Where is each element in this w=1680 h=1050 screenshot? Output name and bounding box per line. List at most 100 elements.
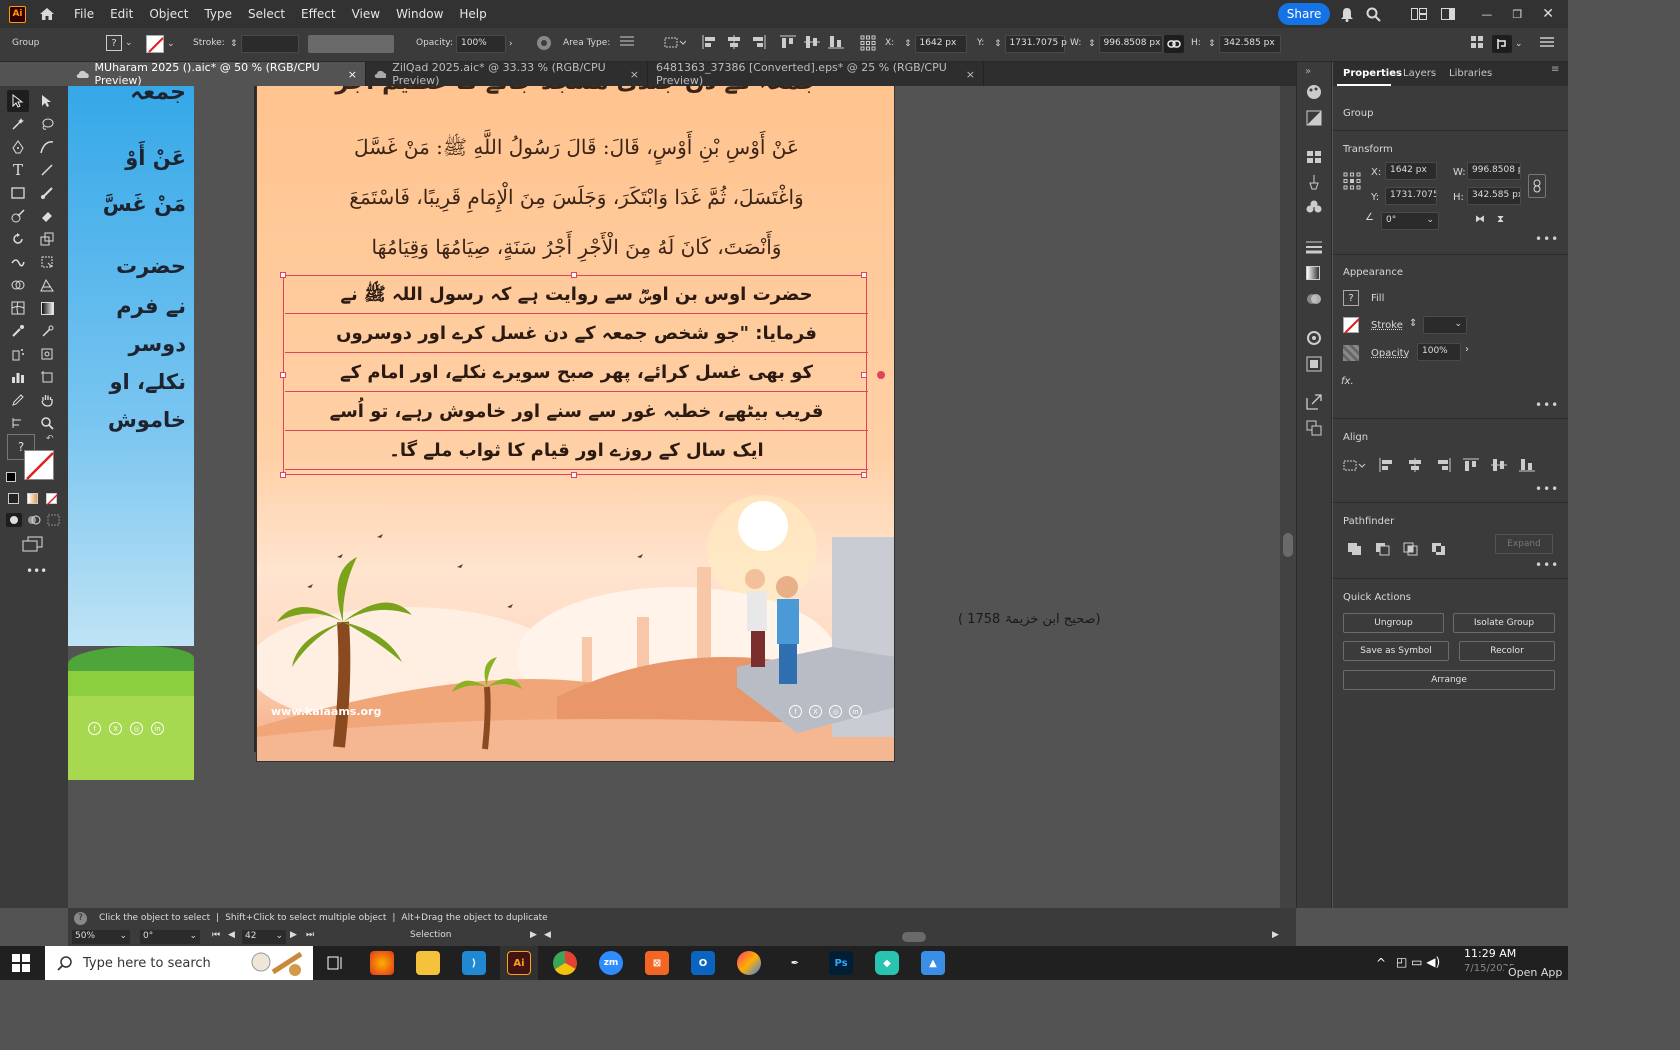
puppet-warp-tool-icon[interactable] [7, 412, 29, 434]
edit-toolbar-icon[interactable]: ••• [26, 564, 47, 578]
eraser-tool-icon[interactable] [36, 205, 58, 227]
shape-builder-tool-icon[interactable] [7, 274, 29, 296]
pencil-tool-icon[interactable] [7, 389, 29, 411]
recolor-button[interactable]: Recolor [1459, 641, 1555, 661]
horizontal-scrollbar[interactable] [554, 932, 1270, 942]
ungroup-button[interactable]: Ungroup [1343, 613, 1444, 633]
xampp-icon[interactable]: ⊠ [645, 951, 669, 975]
tab-converted-eps[interactable]: 6481363_37386 [Converted].eps* @ 25 % (R… [648, 61, 984, 87]
menu-edit[interactable]: Edit [102, 7, 141, 21]
task-view-icon[interactable] [324, 951, 348, 975]
panel-menu-icon[interactable]: ≡ [1551, 64, 1559, 75]
align-bottom-icon[interactable] [1519, 458, 1535, 472]
minus-front-icon[interactable] [1375, 542, 1391, 556]
align-top-icon[interactable] [780, 35, 796, 49]
warp-tool-icon[interactable] [7, 251, 29, 273]
pen-app-icon[interactable]: ✒ [783, 951, 807, 975]
paragraph-align-icon[interactable] [620, 35, 642, 47]
zoom-tool-icon[interactable] [36, 412, 58, 434]
align-center-icon[interactable] [726, 35, 742, 49]
swap-fill-stroke-icon[interactable]: ↶ [46, 434, 54, 444]
save-as-symbol-button[interactable]: Save as Symbol [1343, 641, 1449, 661]
resize-handle[interactable] [571, 472, 577, 478]
bell-icon[interactable] [1340, 7, 1354, 22]
workspace-icon[interactable] [1441, 8, 1456, 20]
x-field[interactable]: 1642 px [1385, 162, 1437, 180]
symbols-panel-icon[interactable] [1306, 199, 1322, 215]
isolate-group-button[interactable]: Isolate Group [1453, 613, 1555, 633]
fill-swatch[interactable]: ? ⌄ [106, 35, 133, 51]
line-segment-tool-icon[interactable] [36, 159, 58, 181]
photoshop-icon[interactable]: Ps [829, 951, 853, 975]
slice-tool-icon[interactable] [36, 343, 58, 365]
rotate-view-field[interactable]: 0° ⌄ [140, 930, 200, 944]
arrange-button[interactable]: Arrange [1343, 670, 1555, 690]
tab-layers[interactable]: Layers [1403, 68, 1436, 79]
default-colors-icon[interactable] [6, 472, 16, 482]
artboard-tool-icon[interactable] [36, 366, 58, 388]
menu-window[interactable]: Window [388, 7, 451, 21]
vscode-icon[interactable]: ⟩ [462, 951, 486, 975]
align-right-icon[interactable] [1435, 458, 1451, 472]
paintbrush-tool-icon[interactable] [36, 182, 58, 204]
last-artboard-icon[interactable]: ⏭ [306, 930, 314, 940]
graphic-styles-icon[interactable] [1306, 356, 1322, 372]
graph-tool-icon[interactable] [7, 366, 29, 388]
vertical-scrollbar-thumb[interactable] [1283, 533, 1293, 557]
help-icon[interactable]: ? [74, 911, 87, 925]
magic-wand-tool-icon[interactable] [7, 113, 29, 135]
flip-horizontal-icon[interactable]: ⧓ [1475, 214, 1485, 225]
share-button[interactable]: Share [1277, 3, 1331, 25]
opacity-label[interactable]: Opacity [1371, 348, 1409, 359]
next-artboard-icon[interactable]: ▶ [290, 930, 297, 940]
draw-inside-icon[interactable] [46, 513, 62, 527]
tab-muharam-2025[interactable]: MUharam 2025 ().aic* @ 50 % (RGB/CPU Pre… [68, 61, 366, 87]
symbol-sprayer-tool-icon[interactable] [7, 343, 29, 365]
fx-button[interactable]: fx. [1341, 376, 1354, 387]
menu-file[interactable]: File [66, 7, 102, 21]
outlook-icon[interactable]: O [691, 951, 715, 975]
restore-icon[interactable]: ❐ [1512, 8, 1522, 21]
expand-button[interactable]: Expand [1495, 534, 1553, 554]
main-artboard[interactable]: جمعہ کے دن جلدی مسجد جانے کا عظیم اجر عَ… [256, 86, 895, 762]
reference-text[interactable]: (صحیح ابن خزیمۃ 1758 ) [958, 612, 1101, 627]
eyedropper-tool-icon[interactable] [7, 320, 29, 342]
brushes-panel-icon[interactable] [1306, 174, 1322, 190]
firefox-icon[interactable] [370, 951, 394, 975]
menu-effect[interactable]: Effect [293, 7, 344, 21]
illustrator-taskbar-icon[interactable]: Ai [507, 951, 531, 975]
none-mode-icon[interactable] [46, 493, 58, 505]
zoom-field[interactable]: 50% ⌄ [72, 930, 130, 944]
align-to-icon[interactable] [1343, 458, 1367, 472]
scroll-left-icon[interactable]: ◀ [544, 930, 551, 940]
shaper-tool-icon[interactable] [7, 205, 29, 227]
lasso-tool-icon[interactable] [36, 113, 58, 135]
menu-object[interactable]: Object [141, 7, 196, 21]
isolate-mode-icon[interactable]: ⌄ [1492, 35, 1523, 53]
selection-bounding-box[interactable] [283, 275, 867, 475]
arrange-icon[interactable] [1470, 35, 1484, 49]
type-tool-icon[interactable]: T [7, 159, 29, 181]
rectangle-tool-icon[interactable] [7, 182, 29, 204]
transparency-panel-icon[interactable] [1306, 291, 1322, 307]
home-icon[interactable] [36, 3, 58, 25]
selection-tool-icon[interactable] [7, 90, 29, 112]
stroke-label[interactable]: Stroke [1371, 320, 1403, 331]
exclude-icon[interactable] [1431, 542, 1447, 556]
swatches-panel-icon[interactable] [1306, 150, 1322, 164]
flip-vertical-icon[interactable]: ⧗ [1497, 214, 1504, 225]
resize-handle[interactable] [280, 372, 286, 378]
arrange-documents-icon[interactable] [1411, 8, 1428, 20]
align-to-selection-icon[interactable] [664, 35, 686, 49]
scroll-right-icon[interactable]: ▶ [1272, 930, 1279, 940]
recolor-icon[interactable] [536, 35, 552, 51]
curvature-tool-icon[interactable] [36, 136, 58, 158]
gradient-panel-icon[interactable] [1306, 266, 1320, 280]
gradient-tool-icon[interactable] [36, 297, 58, 319]
color-guide-icon[interactable] [1306, 110, 1322, 126]
screen-mode-icon[interactable] [22, 536, 44, 552]
free-transform-tool-icon[interactable] [36, 251, 58, 273]
perspective-grid-tool-icon[interactable] [36, 274, 58, 296]
variable-width-dropdown[interactable] [308, 35, 394, 53]
artboards-panel-icon[interactable] [1306, 420, 1322, 436]
